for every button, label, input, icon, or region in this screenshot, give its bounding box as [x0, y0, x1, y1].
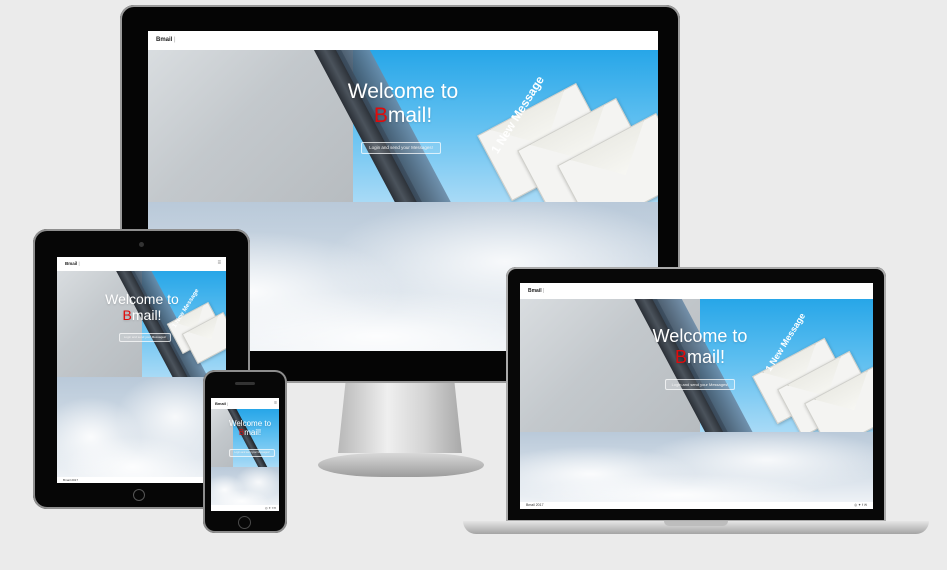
hero-title-line1: Welcome to — [347, 80, 459, 103]
navbar: Bmail | — [520, 283, 873, 299]
navbar: Bmail | — [148, 31, 658, 50]
navbar: Bmail | ≡ — [57, 257, 226, 271]
social-links: ◎ ✦ f ✉ — [854, 502, 867, 509]
laptop-notch — [664, 521, 728, 526]
login-button[interactable]: Login and send your Messages! — [119, 333, 171, 342]
email-icon[interactable]: ✉ — [864, 503, 867, 507]
tablet-camera — [139, 242, 144, 247]
footer: Bmail 2017 — [57, 477, 226, 483]
footer-copyright: Bmail 2017 — [526, 503, 544, 507]
email-icon[interactable]: ✉ — [273, 506, 276, 510]
login-button[interactable]: Login and send your Messages! — [665, 379, 735, 390]
hero-title: Welcome to Bmail! — [97, 291, 187, 323]
hero-title-line2: Bmail! — [323, 104, 483, 128]
brand-letter-b: B — [373, 104, 388, 128]
brand-logo[interactable]: Bmail | — [528, 288, 544, 294]
hero-title-rest: mail! — [244, 428, 262, 438]
navbar: Bmail | ≡ — [211, 398, 279, 409]
brand-separator: | — [174, 37, 176, 43]
monitor-stand-base — [318, 453, 484, 477]
hamburger-icon[interactable]: ≡ — [274, 400, 277, 406]
footer: ◎ ✦ f ✉ — [211, 505, 279, 511]
hero-banner: 1 New Message Welcome to Bmail! Login an… — [148, 50, 658, 202]
clouds-section — [211, 467, 279, 505]
hero-title-line1: Welcome to — [105, 291, 179, 307]
brand-text: Bmail — [156, 37, 173, 43]
login-button[interactable]: Login and send your Messages! — [361, 142, 441, 154]
hero-title-line2: Bmail! — [97, 307, 187, 323]
brand-logo[interactable]: Bmail | — [65, 261, 80, 266]
login-button[interactable]: Login and send your Messages! — [229, 449, 275, 457]
instagram-icon[interactable]: ◎ — [854, 503, 857, 507]
hamburger-icon[interactable]: ≡ — [217, 260, 220, 266]
hero-title-rest: mail! — [131, 307, 162, 324]
phone-device: Bmail | ≡ Welcome to Bmail! Login and se… — [203, 370, 287, 533]
brand-text: Bmail — [65, 261, 78, 266]
hero-title: Welcome to Bmail! — [225, 419, 275, 437]
laptop-device: Bmail | 1 New Message Welcome to Bmail! … — [506, 267, 886, 522]
twitter-icon[interactable]: ✦ — [268, 506, 271, 510]
brand-text: Bmail — [528, 288, 542, 294]
brand-separator: | — [78, 261, 80, 266]
metal-surface — [211, 409, 233, 467]
hero-banner: Welcome to Bmail! Login and send your Me… — [211, 409, 279, 467]
hero-banner: 1 New Message Welcome to Bmail! Login an… — [57, 271, 226, 377]
hero-title-line1: Welcome to — [652, 326, 748, 346]
phone-speaker — [235, 382, 255, 385]
tablet-screen: Bmail | ≡ 1 New Message Welcome to Bmail… — [57, 257, 226, 483]
facebook-icon[interactable]: f — [862, 503, 863, 507]
hero-title: Welcome to Bmail! — [640, 326, 760, 367]
brand-separator: | — [543, 288, 545, 294]
brand-logo[interactable]: Bmail | — [215, 401, 228, 406]
brand-letter-b: B — [122, 307, 132, 324]
brand-text: Bmail — [215, 401, 226, 406]
hero-title: Welcome to Bmail! — [323, 80, 483, 128]
monitor-stand-neck — [338, 383, 462, 453]
phone-screen-display: Bmail | ≡ Welcome to Bmail! Login and se… — [211, 398, 279, 511]
phone-home-button[interactable] — [238, 516, 251, 529]
footer-copyright: Bmail 2017 — [63, 478, 79, 482]
hero-title-line2: Bmail! — [225, 428, 275, 437]
laptop-screen: Bmail | 1 New Message Welcome to Bmail! … — [520, 283, 873, 509]
twitter-icon[interactable]: ✦ — [858, 503, 861, 507]
brand-logo[interactable]: Bmail | — [156, 37, 176, 43]
clouds-section — [57, 377, 226, 477]
hero-title-rest: mail! — [687, 346, 726, 367]
social-links: ◎ ✦ f ✉ — [265, 505, 276, 511]
tablet-home-button[interactable] — [133, 489, 145, 501]
hero-banner: 1 New Message Welcome to Bmail! Login an… — [520, 299, 873, 432]
brand-separator: | — [227, 401, 229, 406]
footer: Bmail 2017 ◎ ✦ f ✉ — [520, 502, 873, 509]
brand-letter-b: B — [674, 346, 687, 367]
hero-title-line2: Bmail! — [640, 347, 760, 368]
hero-title-rest: mail! — [387, 104, 433, 128]
clouds-section — [520, 432, 873, 502]
hero-title-line1: Welcome to — [228, 419, 272, 428]
